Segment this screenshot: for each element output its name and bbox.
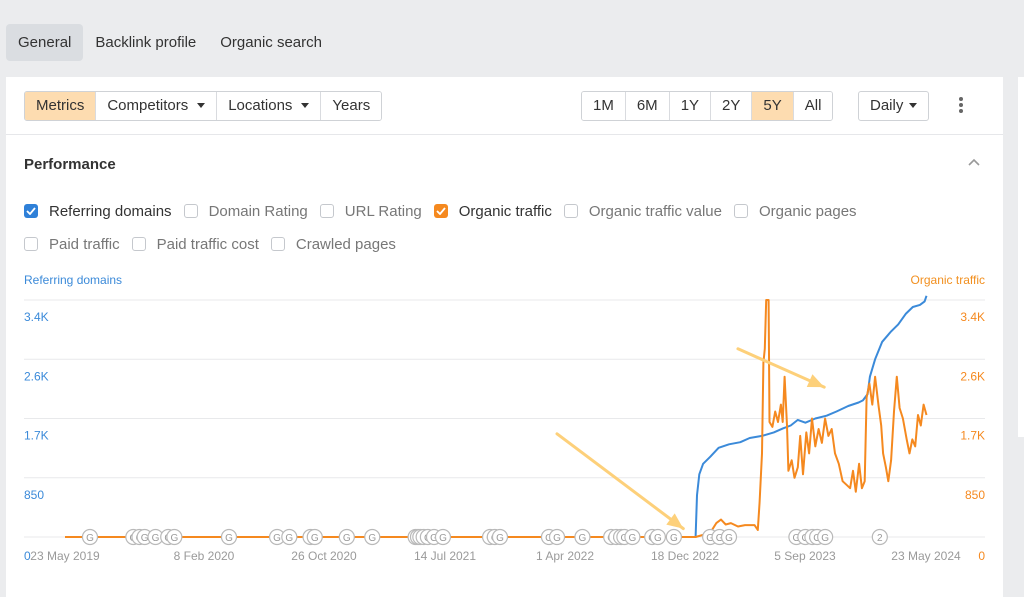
annotation-arrow [555, 432, 685, 531]
google-update-marker-label: G [821, 533, 829, 544]
google-update-marker-label: G [368, 533, 376, 544]
google-update-marker-label: G [654, 533, 662, 544]
google-update-marker-label: G [311, 533, 319, 544]
left-y-tick: 2.6K [24, 369, 49, 383]
grouped-update-marker-label: 2 [877, 533, 883, 544]
x-tick-label: 23 May 2024 [891, 549, 961, 563]
x-tick-label: 1 Apr 2022 [536, 549, 594, 563]
right-y-tick: 0 [978, 549, 985, 563]
annotation-arrowhead-icon [666, 513, 684, 529]
x-tick-label: 8 Feb 2020 [174, 549, 235, 563]
x-tick-label: 23 May 2019 [30, 549, 100, 563]
google-update-marker-label: G [152, 533, 160, 544]
google-update-marker-label: G [670, 533, 678, 544]
google-update-marker-label: G [273, 533, 281, 544]
right-y-tick: 850 [965, 488, 985, 502]
right-y-tick: 3.4K [960, 310, 985, 324]
google-update-marker-label: G [579, 533, 587, 544]
x-tick-label: 18 Dec 2022 [651, 549, 719, 563]
google-update-marker-label: G [629, 533, 637, 544]
google-update-marker-label: G [225, 533, 233, 544]
right-y-tick: 1.7K [960, 429, 985, 443]
x-tick-label: 14 Jul 2021 [414, 549, 476, 563]
referring-domains-line [65, 295, 928, 538]
performance-chart: 0 0850 8501.7K 1.7K2.6K 2.6K3.4K 3.4K23 May 2… [24, 295, 985, 563]
left-y-tick: 3.4K [24, 310, 49, 324]
google-update-marker-label: G [725, 533, 733, 544]
google-update-marker-label: G [343, 533, 351, 544]
x-tick-label: 5 Sep 2023 [774, 549, 836, 563]
google-update-marker-label: G [553, 533, 561, 544]
google-update-marker-label: G [439, 533, 447, 544]
x-tick-label: 26 Oct 2020 [291, 549, 357, 563]
google-update-marker-label: G [285, 533, 293, 544]
left-y-tick: 850 [24, 488, 44, 502]
google-update-marker-label: G [86, 533, 94, 544]
right-y-tick: 2.6K [960, 369, 985, 383]
google-update-marker-label: G [170, 533, 178, 544]
google-update-marker-label: G [496, 533, 504, 544]
left-y-tick: 1.7K [24, 429, 49, 443]
